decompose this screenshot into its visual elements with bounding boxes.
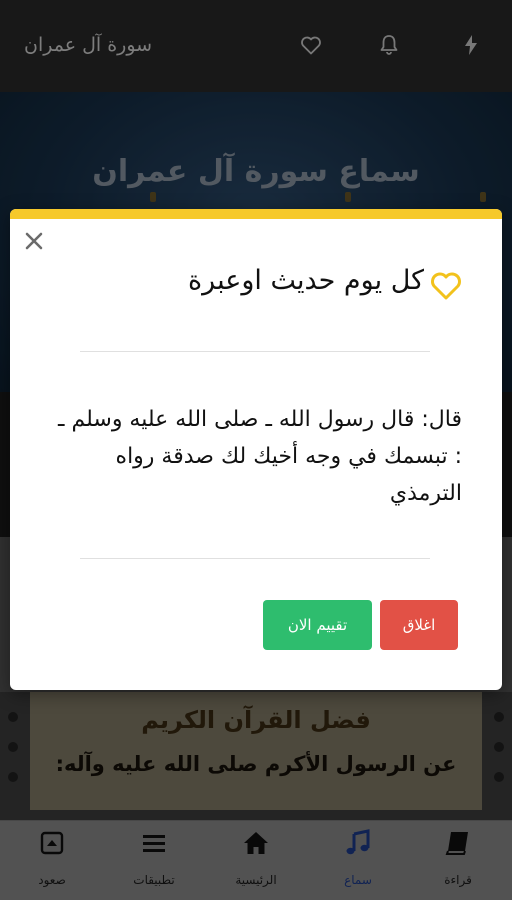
dialog-accent-bar bbox=[10, 209, 502, 219]
close-button[interactable]: اغلاق bbox=[380, 600, 458, 650]
divider bbox=[80, 558, 430, 559]
close-icon[interactable] bbox=[22, 229, 46, 253]
hadith-text: قال: قال رسول الله ـ صلى الله عليه وسلم … bbox=[58, 407, 462, 506]
daily-hadith-dialog: كل يوم حديث اوعبرة قال: قال رسول الله ـ … bbox=[10, 209, 502, 690]
heart-icon bbox=[428, 267, 464, 303]
dialog-title: كل يوم حديث اوعبرة bbox=[188, 265, 424, 296]
divider bbox=[80, 351, 430, 352]
rate-now-button[interactable]: تقييم الان bbox=[263, 600, 372, 650]
